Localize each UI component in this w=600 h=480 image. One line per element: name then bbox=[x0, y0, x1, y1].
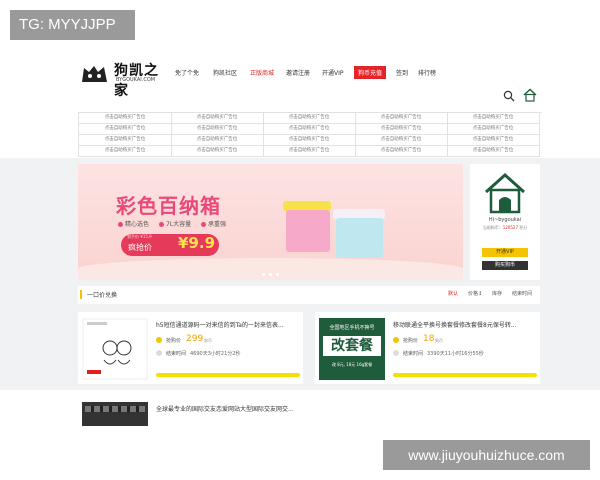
product-thumbnail: 全国地区手机不换号 改套餐 改 8元, 18元 16g套餐 bbox=[319, 318, 385, 380]
carousel-dots[interactable] bbox=[78, 273, 463, 276]
thumb-subcaption: 改 8元, 18元 16g套餐 bbox=[331, 362, 373, 367]
ad-slot[interactable]: 点击自助购买广告位 bbox=[447, 135, 540, 146]
watermark-bottom: www.jiuyouhuizhuce.com bbox=[383, 440, 590, 470]
couple-illustration-icon bbox=[82, 318, 148, 380]
sort-price[interactable]: 价格↕ bbox=[468, 290, 482, 297]
ad-slot[interactable]: 点击自助购买广告位 bbox=[263, 113, 356, 124]
user-card: Hi~bygoukai 当前狗币：120527 积分 开通VIP 购买狗币 bbox=[470, 164, 540, 280]
product-price: 18 bbox=[423, 334, 435, 344]
stock-progress bbox=[393, 373, 537, 377]
buy-coins-button[interactable]: 购买狗币 bbox=[482, 261, 528, 270]
countdown: 3390天11小时16分55秒 bbox=[427, 351, 484, 357]
sort-default[interactable]: 默认 bbox=[448, 290, 458, 297]
ad-slot[interactable]: 点击自助购买广告位 bbox=[79, 124, 172, 135]
thumb-strip bbox=[85, 406, 145, 412]
ad-slot[interactable]: 点击自助购买广告位 bbox=[171, 113, 264, 124]
product-thumbnail bbox=[82, 402, 148, 426]
vip-button[interactable]: 开通VIP bbox=[482, 248, 528, 257]
sort-stock[interactable]: 库存 bbox=[492, 290, 502, 297]
ad-slot[interactable]: 点击自助购买广告位 bbox=[355, 124, 448, 135]
price-unit: 狗币 bbox=[435, 338, 443, 343]
banner-tag: 承重强 bbox=[201, 219, 226, 228]
banner-price-label: 疯抢价 bbox=[128, 243, 152, 252]
banner-price: ¥9.9 bbox=[178, 234, 216, 252]
ad-slot[interactable]: 点击自助购买广告位 bbox=[447, 124, 540, 135]
product-thumbnail bbox=[82, 318, 148, 380]
clock-icon bbox=[156, 350, 162, 356]
price-unit: 狗币 bbox=[204, 338, 212, 343]
ad-slot[interactable]: 点击自助购买广告位 bbox=[79, 113, 172, 124]
ad-slot[interactable]: 点击自助购买广告位 bbox=[447, 146, 540, 157]
banner-tag: 精心选色 bbox=[118, 219, 149, 228]
nav-free[interactable]: 免了个免 bbox=[175, 68, 199, 77]
user-balance: 当前狗币：120527 积分 bbox=[482, 225, 528, 230]
product-card[interactable]: 全球最专业的国际交友恋爱网站大型国际交友网交... bbox=[78, 396, 303, 426]
promo-banner[interactable]: 彩色百纳箱 精心选色 7L大容量 承重强 到手价 ¥15.9 疯抢价 ¥9.9 bbox=[78, 164, 463, 280]
coin-icon bbox=[393, 337, 399, 343]
box-pink bbox=[286, 210, 330, 252]
ad-slot[interactable]: 点击自助购买广告位 bbox=[355, 113, 448, 124]
nav-invite[interactable]: 邀请注册 bbox=[286, 68, 310, 77]
ad-slot[interactable]: 点击自助购买广告位 bbox=[263, 146, 356, 157]
ad-slot[interactable]: 点击自助购买广告位 bbox=[263, 124, 356, 135]
nav-community[interactable]: 狗凯社区 bbox=[213, 68, 237, 77]
clock-icon bbox=[393, 350, 399, 356]
stock-progress bbox=[156, 373, 300, 377]
banner-tag: 7L大容量 bbox=[158, 219, 191, 228]
watermark-top: TG: MYYJJPP bbox=[10, 10, 135, 40]
thumb-caption: 全国地区手机不换号 bbox=[329, 325, 375, 331]
site-logo[interactable]: 狗凯之家 BYGOUKAI.COM bbox=[80, 60, 168, 99]
doghouse-icon bbox=[484, 172, 526, 214]
box-blue bbox=[336, 218, 383, 258]
timer-label: 结束时间 bbox=[403, 351, 424, 357]
ad-slot[interactable]: 点击自助购买广告位 bbox=[263, 135, 356, 146]
nav-store[interactable]: 正版商城 bbox=[250, 68, 274, 77]
section-header: 一口价兑换 默认 价格↕ 库存 结束时间 bbox=[78, 286, 540, 304]
nav-vip[interactable]: 开通VIP bbox=[322, 68, 344, 77]
ad-grid: 点击自助购买广告位 点击自助购买广告位 点击自助购买广告位 点击自助购买广告位 … bbox=[78, 112, 542, 157]
logo-subtitle: BYGOUKAI.COM bbox=[116, 77, 156, 83]
nav-recharge[interactable]: 狗币充值 bbox=[354, 66, 387, 79]
ad-slot[interactable]: 点击自助购买广告位 bbox=[355, 135, 448, 146]
product-title[interactable]: 移动联通全平换号换套餐修改套餐8元保号转... bbox=[393, 320, 533, 329]
home-icon[interactable] bbox=[522, 87, 538, 103]
sort-end-time[interactable]: 结束时间 bbox=[512, 290, 532, 297]
ad-slot[interactable]: 点击自助购买广告位 bbox=[355, 146, 448, 157]
ad-slot[interactable]: 点击自助购买广告位 bbox=[79, 146, 172, 157]
search-icon[interactable] bbox=[503, 90, 515, 102]
product-card[interactable]: h5短信通道源码一对来信的到Ta的一封来信表... 抢购价 299 狗币 结束时… bbox=[78, 312, 303, 384]
nav-checkin[interactable]: 签到 bbox=[396, 68, 408, 77]
section-accent bbox=[80, 290, 82, 299]
banner-original-price: 到手价 ¥15.9 bbox=[127, 234, 152, 239]
dog-logo-icon bbox=[82, 66, 107, 82]
product-price: 299 bbox=[186, 334, 204, 344]
banner-title: 彩色百纳箱 bbox=[116, 194, 221, 218]
user-greeting: Hi~bygoukai bbox=[488, 217, 522, 223]
ad-slot[interactable]: 点击自助购买广告位 bbox=[171, 124, 264, 135]
thumb-headline: 改套餐 bbox=[323, 336, 381, 356]
product-title[interactable]: 全球最专业的国际交友恋爱网站大型国际交友网交... bbox=[156, 404, 296, 413]
ad-slot[interactable]: 点击自助购买广告位 bbox=[171, 146, 264, 157]
price-label: 抢购价 bbox=[403, 338, 419, 344]
ad-slot[interactable]: 点击自助购买广告位 bbox=[447, 113, 540, 124]
product-title[interactable]: h5短信通道源码一对来信的到Ta的一封来信表... bbox=[156, 320, 296, 329]
countdown: 4690天3小时21分2秒 bbox=[190, 351, 241, 357]
timer-label: 结束时间 bbox=[166, 351, 187, 357]
product-card[interactable]: 全国地区手机不换号 改套餐 改 8元, 18元 16g套餐 移动联通全平换号换套… bbox=[315, 312, 540, 384]
price-label: 抢购价 bbox=[166, 338, 182, 344]
ad-slot[interactable]: 点击自助购买广告位 bbox=[79, 135, 172, 146]
nav-ranking[interactable]: 排行榜 bbox=[418, 68, 436, 77]
banner-tags: 精心选色 7L大容量 承重强 bbox=[118, 219, 234, 228]
banner-wave bbox=[78, 258, 463, 280]
ad-slot[interactable]: 点击自助购买广告位 bbox=[171, 135, 264, 146]
section-title: 一口价兑换 bbox=[87, 292, 118, 299]
coin-icon bbox=[156, 337, 162, 343]
